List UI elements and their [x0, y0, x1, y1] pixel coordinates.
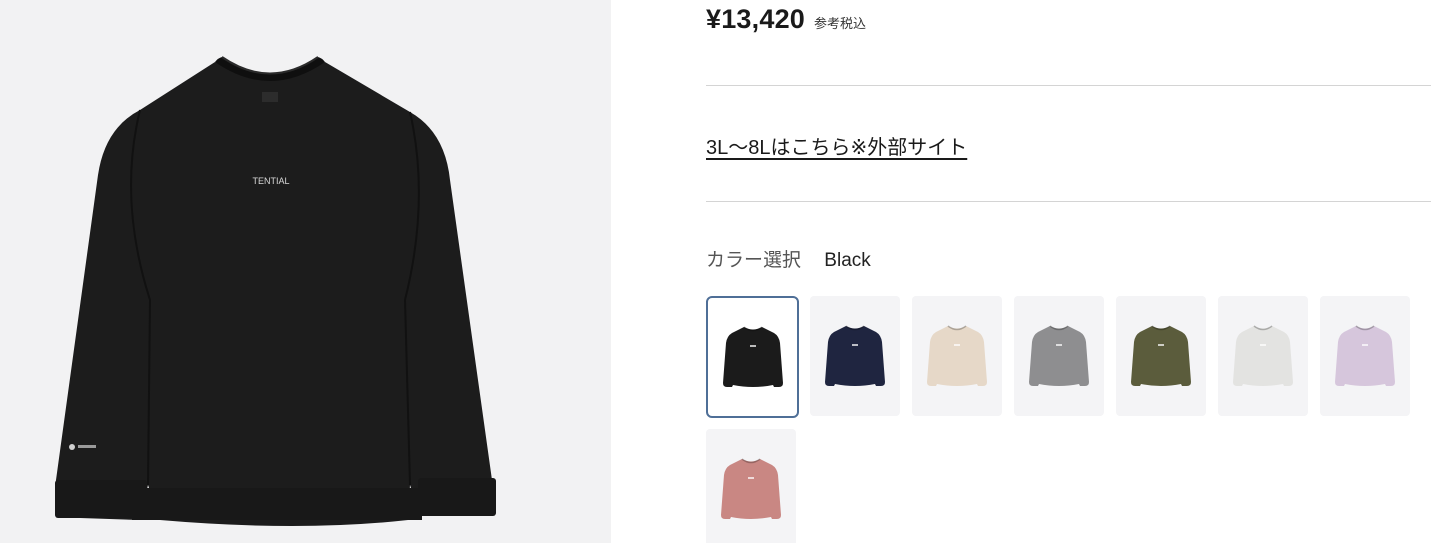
chest-logo: TENTIAL — [252, 176, 289, 186]
product-main-image[interactable]: TENTIAL — [0, 0, 611, 543]
color-swatch[interactable] — [706, 429, 796, 543]
swatch-shirt-icon — [1233, 325, 1293, 386]
color-swatch[interactable] — [1116, 296, 1206, 416]
tax-note: 参考税込 — [814, 16, 867, 31]
color-swatch[interactable] — [1014, 296, 1104, 416]
swatch-shirt-icon — [1029, 325, 1089, 386]
color-swatch[interactable] — [1320, 296, 1410, 416]
shirt-body — [55, 62, 493, 526]
divider — [706, 201, 1431, 202]
color-swatch[interactable] — [1218, 296, 1308, 416]
product-details: ¥13,420 参考税込 3L〜8Lはこちら※外部サイト カラー選択 Black — [706, 0, 1431, 543]
selected-color-value: Black — [824, 250, 871, 271]
swatch-shirt-icon — [825, 325, 885, 386]
swatch-shirt-icon — [1131, 325, 1191, 386]
swatch-shirt-icon — [722, 326, 783, 387]
divider — [706, 85, 1431, 86]
product-page: TENTIAL ¥13,420 参考税込 3L〜8Lはこちら※外部サイト カラー… — [0, 0, 1431, 543]
color-selection-label: カラー選択 — [706, 250, 802, 271]
external-size-link[interactable]: 3L〜8Lはこちら※外部サイト — [706, 131, 967, 160]
color-selection-heading: カラー選択 Black — [706, 245, 871, 272]
color-swatch[interactable] — [706, 296, 799, 418]
sweatshirt-illustration: TENTIAL — [55, 56, 496, 526]
price: ¥13,420 — [706, 4, 805, 34]
color-swatch[interactable] — [912, 296, 1002, 416]
price-row: ¥13,420 参考税込 — [706, 4, 866, 35]
swatch-shirt-icon — [927, 325, 987, 386]
swatch-shirt-icon — [1335, 325, 1395, 386]
color-swatch[interactable] — [810, 296, 900, 416]
swatch-shirt-icon — [721, 458, 781, 519]
